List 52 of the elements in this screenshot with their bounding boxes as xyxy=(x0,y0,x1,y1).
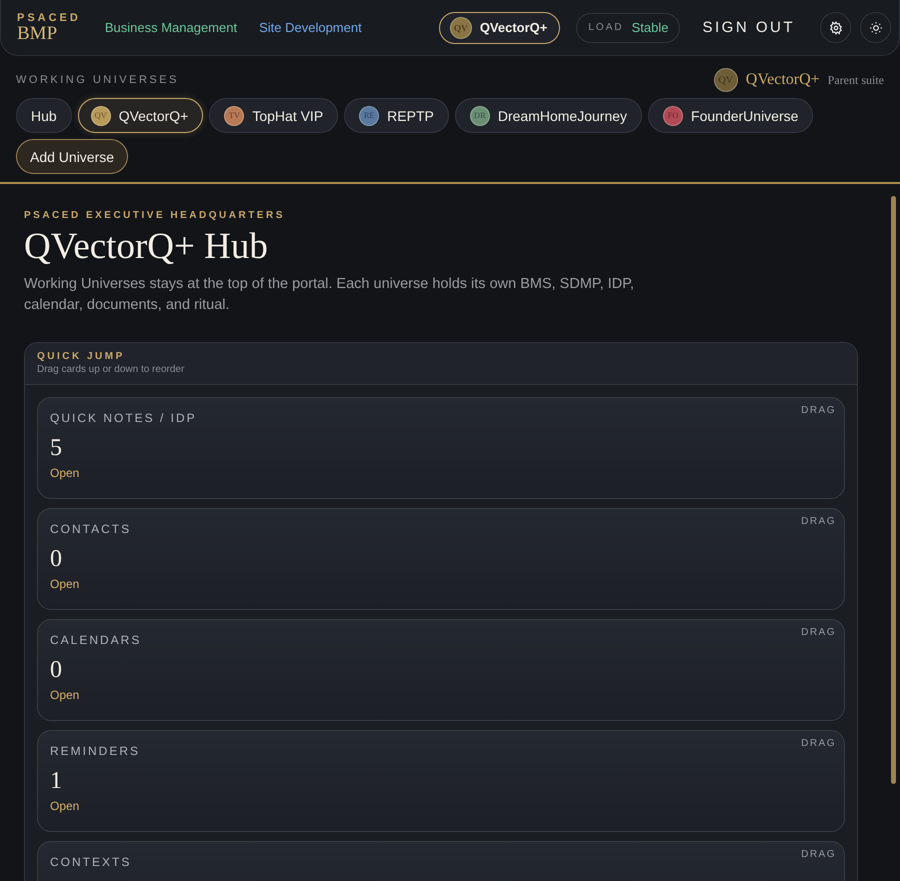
parent-note: Parent suite xyxy=(828,72,884,88)
nav-link[interactable]: Site Development xyxy=(259,20,362,35)
load-label: LOAD xyxy=(588,22,624,33)
settings-button[interactable] xyxy=(820,12,851,43)
brand-name: BMP xyxy=(17,24,58,44)
add-universe-button[interactable]: Add Universe xyxy=(16,139,128,174)
card-count: 5 xyxy=(50,435,63,462)
universe-tab[interactable]: TV TopHat VIP xyxy=(209,98,338,133)
brand-kicker: PSACED xyxy=(17,12,81,24)
universe-avatar: RE xyxy=(359,106,380,126)
parent-name: QVectorQ+ xyxy=(746,71,820,89)
universe-tab[interactable]: RE REPTP xyxy=(344,98,449,133)
open-link[interactable]: Open xyxy=(50,799,80,813)
sun-icon xyxy=(868,20,882,34)
universe-tab[interactable]: Hub xyxy=(16,98,72,133)
universe-avatar: QV xyxy=(450,16,472,38)
nav-link[interactable]: Business Management xyxy=(104,20,238,35)
universe-tab[interactable]: FO FounderUniverse xyxy=(648,98,814,133)
card-label: CONTEXTS xyxy=(50,855,132,869)
open-link[interactable]: Open xyxy=(50,577,80,591)
universe-tab[interactable]: QV QVectorQ+ xyxy=(78,98,204,133)
universe-avatar: QV xyxy=(90,106,111,126)
load-value: Stable xyxy=(632,20,668,35)
drag-handle[interactable]: DRAG xyxy=(801,849,836,860)
page-title: QVectorQ+ Hub xyxy=(24,225,269,268)
card-label: CONTACTS xyxy=(50,522,132,536)
universe-avatar: TV xyxy=(224,106,244,126)
page-description: Working Universes stays at the top of the portal. Each universe holds its own BMS, SDMP, IDP, calendar, documents, and ritual. xyxy=(24,275,636,315)
scrollbar-thumb[interactable] xyxy=(890,196,896,784)
theme-button[interactable] xyxy=(860,12,891,43)
hero-kicker: PSACED EXECUTIVE HEADQUARTERS xyxy=(24,210,286,221)
universe-avatar: DR xyxy=(470,106,490,126)
settings-icon xyxy=(828,20,842,34)
section-label: WORKING UNIVERSES xyxy=(16,74,179,86)
card-count: 0 xyxy=(50,657,63,684)
universe-avatar: FO xyxy=(663,106,684,126)
drag-handle[interactable]: DRAG xyxy=(801,516,836,527)
card-label: QUICK NOTES / IDP xyxy=(50,411,198,425)
drag-handle[interactable]: DRAG xyxy=(801,738,836,749)
panel-title: QUICK JUMP xyxy=(37,351,126,362)
panel-hint: Drag cards up or down to reorder xyxy=(37,364,186,375)
card-count: 1 xyxy=(50,768,63,795)
universe-tab[interactable]: DR DreamHomeJourney xyxy=(454,98,642,133)
sign-out-button[interactable]: SIGN OUT xyxy=(698,15,799,40)
card-label: CALENDARS xyxy=(50,633,142,647)
drag-handle[interactable]: DRAG xyxy=(801,627,836,638)
drag-handle[interactable]: DRAG xyxy=(801,405,836,416)
card-count: 0 xyxy=(50,546,63,573)
open-link[interactable]: Open xyxy=(50,688,80,702)
open-link[interactable]: Open xyxy=(50,466,80,480)
card-label: REMINDERS xyxy=(50,744,142,758)
current-universe-chip[interactable]: QV QVectorQ+ xyxy=(438,12,560,44)
